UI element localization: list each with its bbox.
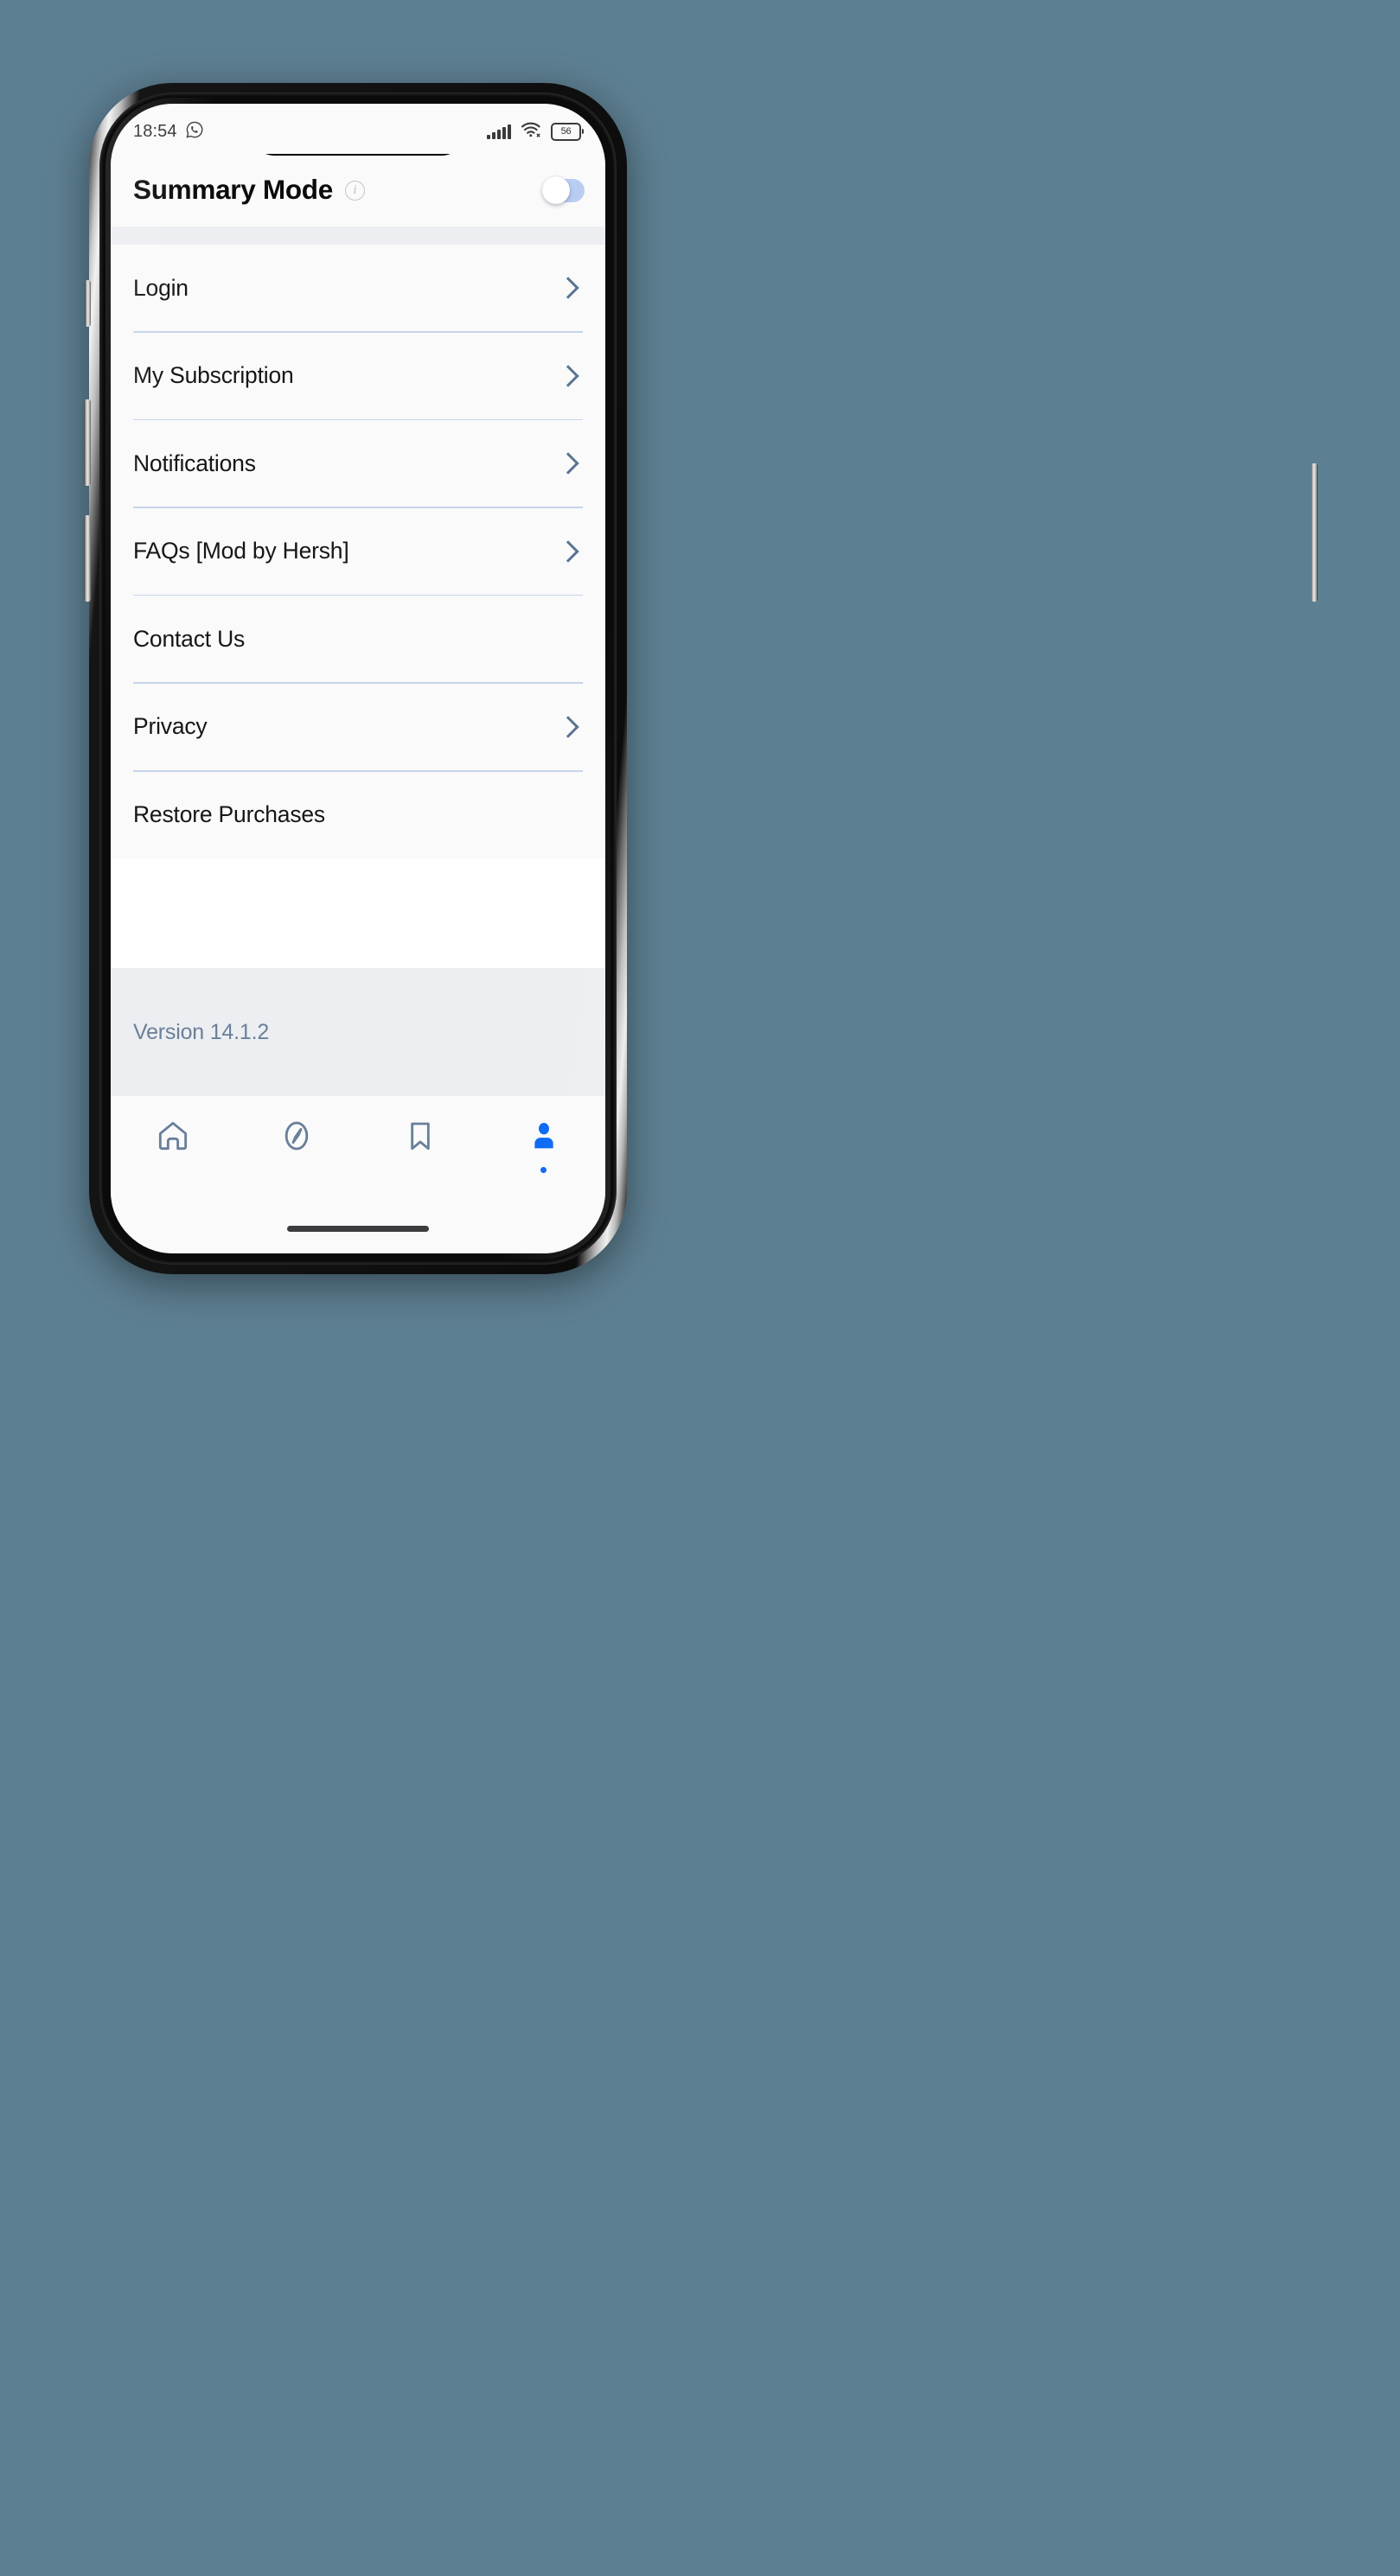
profile-icon	[527, 1119, 561, 1157]
list-item-label: FAQs [Mod by Hersh]	[133, 538, 349, 564]
toggle-knob	[542, 176, 570, 204]
nav-item-explore[interactable]	[234, 1119, 358, 1157]
home-icon	[156, 1119, 190, 1157]
nav-item-profile[interactable]	[482, 1119, 605, 1173]
list-item-label: My Subscription	[133, 362, 294, 389]
chevron-right-icon	[557, 364, 579, 387]
list-item[interactable]: Privacy	[133, 684, 583, 770]
settings-menu-list: Login My Subscription Notifications FAQs…	[111, 245, 605, 858]
home-indicator[interactable]	[287, 1226, 429, 1232]
app-header: Summary Mode i	[111, 154, 605, 226]
wifi-icon	[521, 122, 541, 142]
chevron-right-icon	[557, 716, 579, 738]
whatsapp-icon	[185, 120, 204, 143]
list-item-label: Notifications	[133, 450, 256, 476]
chevron-right-icon	[557, 452, 579, 475]
version-label: Version 14.1.2	[133, 1019, 270, 1044]
cellular-signal-icon	[487, 124, 511, 139]
active-tab-indicator	[540, 1167, 547, 1173]
list-item[interactable]: My Subscription	[133, 333, 583, 419]
phone-screen: 18:54 56 Summary Mode i Login My Subscri…	[111, 104, 605, 1253]
bookmark-icon	[403, 1119, 438, 1157]
header-separator-band	[111, 226, 605, 245]
info-circle-icon[interactable]: i	[344, 180, 365, 201]
power-button[interactable]	[1311, 463, 1318, 602]
mute-switch-button[interactable]	[85, 280, 91, 327]
battery-level-text: 56	[560, 125, 572, 137]
summary-mode-toggle[interactable]	[542, 176, 585, 204]
compass-icon	[279, 1119, 314, 1157]
list-item[interactable]: Contact Us	[133, 596, 583, 682]
status-bar-right: 56	[487, 122, 584, 142]
list-item[interactable]: Restore Purchases	[133, 772, 583, 858]
status-bar-clock: 18:54	[133, 121, 177, 141]
chevron-right-icon	[557, 277, 579, 299]
list-item[interactable]: FAQs [Mod by Hersh]	[133, 508, 583, 595]
list-item-label: Restore Purchases	[133, 801, 325, 828]
phone-device: 18:54 56 Summary Mode i Login My Subscri…	[84, 83, 1318, 1274]
nav-item-home[interactable]	[111, 1119, 234, 1157]
list-item-label: Login	[133, 274, 189, 301]
list-item[interactable]: Login	[133, 245, 583, 331]
nav-item-bookmarks[interactable]	[358, 1119, 482, 1157]
volume-up-button[interactable]	[84, 399, 91, 486]
battery-icon: 56	[551, 122, 584, 141]
volume-down-button[interactable]	[84, 515, 91, 602]
list-item-label: Contact Us	[133, 625, 246, 652]
status-bar-left: 18:54	[133, 120, 204, 143]
status-bar: 18:54 56	[111, 104, 605, 154]
list-item[interactable]: Notifications	[133, 420, 583, 507]
page-title: Summary Mode	[133, 174, 333, 206]
chevron-right-icon	[557, 540, 579, 563]
list-item-label: Privacy	[133, 713, 208, 740]
version-section: Version 14.1.2	[111, 968, 605, 1096]
